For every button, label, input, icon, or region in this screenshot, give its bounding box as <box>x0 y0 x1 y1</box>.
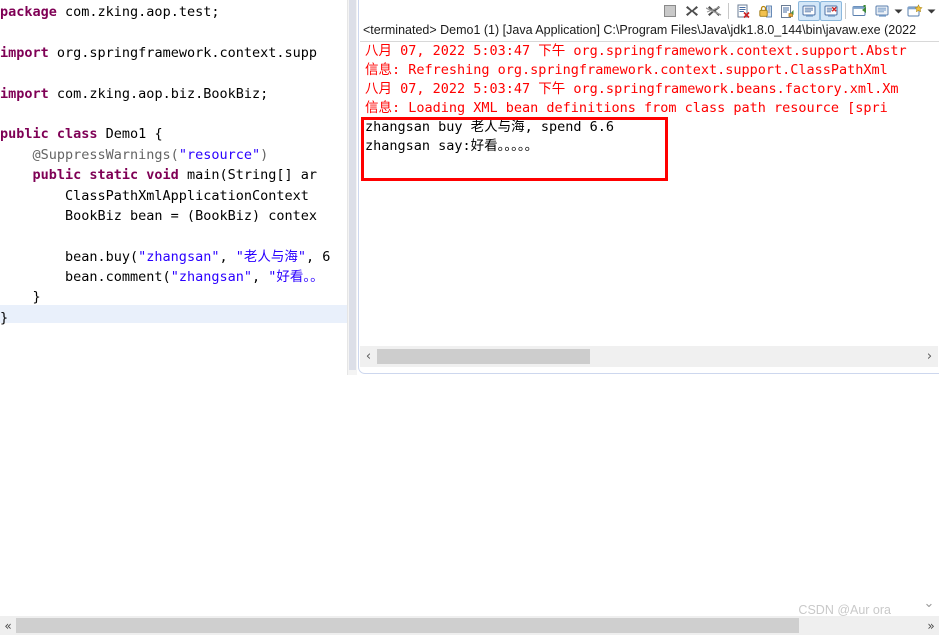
code-line: } <box>0 287 352 307</box>
code-line: BookBiz bean = (BookBiz) contex <box>0 206 352 226</box>
editor-code-text[interactable]: package com.zking.aop.test; import org.s… <box>0 0 352 328</box>
code-line: ClassPathXmlApplicationContext <box>0 186 352 206</box>
lock-icon <box>758 5 772 17</box>
console-error-icon <box>824 5 837 17</box>
code-token: BookBiz bean = (BookBiz) contex <box>0 207 317 224</box>
code-token: } <box>0 289 41 306</box>
console-output-line: zhangsan buy 老人与海, spend 6.6 <box>365 119 615 135</box>
page-scroll-left-arrow[interactable]: « <box>0 616 16 635</box>
editor-vertical-scrollbar-thumb[interactable] <box>349 0 356 370</box>
display-console-icon <box>875 5 888 17</box>
chevron-down-icon <box>894 9 903 13</box>
code-token: , 6 <box>305 248 331 265</box>
code-token: ) <box>260 146 269 163</box>
scroll-lock-button[interactable] <box>754 1 776 21</box>
code-token: "zhangsan" <box>138 248 220 265</box>
code-token: , <box>251 269 269 286</box>
display-selected-console-button[interactable] <box>871 1 893 21</box>
code-token: , <box>219 248 236 265</box>
show-console-on-output-button[interactable] <box>798 1 820 21</box>
x-icon <box>686 6 698 16</box>
console-output-line: 八月 07, 2022 5:03:47 下午 org.springframewo… <box>365 43 907 59</box>
code-line: public class Demo1 { <box>0 124 352 144</box>
code-token: bean.buy( <box>0 248 139 265</box>
code-line: bean.buy("zhangsan", "老人与海", 6 <box>0 247 352 267</box>
open-console-button[interactable] <box>904 1 926 21</box>
separator-2 <box>845 3 846 19</box>
code-token: Demo1 { <box>105 126 163 143</box>
console-output-line: 八月 07, 2022 5:03:47 下午 org.springframewo… <box>365 81 899 97</box>
console-scroll-right-arrow[interactable]: › <box>921 346 938 367</box>
code-token: "好看。。 <box>268 269 324 286</box>
console-horizontal-scrollbar[interactable]: ‹ › <box>360 346 938 367</box>
show-console-on-error-button[interactable] <box>820 1 842 21</box>
code-line: import org.springframework.context.supp <box>0 43 352 63</box>
clear-console-button[interactable] <box>732 1 754 21</box>
separator-1 <box>728 3 729 19</box>
x-multiple-icon <box>706 6 722 16</box>
open-console-dropdown-caret[interactable] <box>926 1 937 21</box>
console-output-icon <box>802 5 815 17</box>
code-token: import <box>0 85 57 102</box>
remove-launch-button[interactable] <box>681 1 703 21</box>
code-token: public class <box>0 126 106 143</box>
code-token: import <box>0 44 57 61</box>
console-scroll-left-arrow[interactable]: ‹ <box>360 346 377 367</box>
editor-vertical-scrollbar[interactable] <box>347 0 357 375</box>
stop-square-icon <box>664 5 676 17</box>
page-horizontal-scrollbar-thumb[interactable] <box>16 618 799 633</box>
word-wrap-button[interactable] <box>776 1 798 21</box>
page-horizontal-scrollbar[interactable]: « » <box>0 616 939 635</box>
console-output-text[interactable]: 八月 07, 2022 5:03:47 下午 org.springframewo… <box>359 42 939 345</box>
code-line: @SuppressWarnings("resource") <box>0 145 352 165</box>
code-line: package com.zking.aop.test; <box>0 2 352 22</box>
console-output-line: 信息: Refreshing org.springframework.conte… <box>365 62 888 78</box>
code-token: com.zking.aop.biz.BookBiz; <box>56 85 269 102</box>
code-token: "老人与海" <box>235 248 306 265</box>
code-line: public static void main(String[] ar <box>0 165 352 185</box>
code-token: @SuppressWarnings( <box>32 146 179 163</box>
java-source-editor[interactable]: package com.zking.aop.test; import org.s… <box>0 0 357 375</box>
code-token: ClassPathXmlApplicationContext <box>0 187 317 204</box>
terminate-button[interactable] <box>659 1 681 21</box>
page-scroll-right-arrow[interactable]: » <box>923 616 939 635</box>
clear-console-icon <box>737 4 750 18</box>
console-toolbar[interactable] <box>659 0 939 22</box>
code-token: } <box>0 309 9 326</box>
page-scroll-down-arrow[interactable]: ⌄ <box>921 595 937 611</box>
code-token: com.zking.aop.test; <box>65 4 220 20</box>
code-token: main(String[] ar <box>186 167 317 184</box>
pin-console-button[interactable] <box>849 1 871 21</box>
csdn-watermark: CSDN @Aur ora <box>798 603 891 617</box>
code-line: bean.comment("zhangsan", "好看。。 <box>0 267 352 287</box>
console-output-line: zhangsan say:好看。。。。。 <box>365 138 539 154</box>
code-line: } <box>0 308 352 328</box>
code-token: "resource" <box>178 146 261 163</box>
code-line: import com.zking.aop.biz.BookBiz; <box>0 84 352 104</box>
eclipse-console-view[interactable]: <terminated> Demo1 (1) [Java Application… <box>358 0 939 374</box>
console-title-label: <terminated> Demo1 (1) [Java Application… <box>363 23 917 37</box>
code-token: package <box>0 4 66 20</box>
word-wrap-icon <box>780 4 793 18</box>
code-token: org.springframework.context.supp <box>56 44 317 61</box>
code-token: public static void <box>32 167 187 184</box>
remove-all-terminated-button[interactable] <box>703 1 725 21</box>
display-dropdown-caret[interactable] <box>893 1 904 21</box>
code-token: bean.comment( <box>0 269 171 286</box>
console-horizontal-scrollbar-thumb[interactable] <box>377 349 590 364</box>
code-token: "zhangsan" <box>170 269 252 286</box>
new-console-icon <box>907 3 923 16</box>
pin-console-icon <box>852 4 866 16</box>
console-output-line: 信息: Loading XML bean definitions from cl… <box>365 100 888 116</box>
chevron-down-icon <box>927 9 936 13</box>
